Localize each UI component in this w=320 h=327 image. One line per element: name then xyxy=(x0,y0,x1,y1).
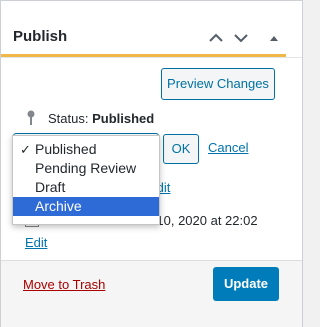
chevron-down-icon[interactable] xyxy=(232,29,250,47)
publish-panel: Publish Preview Changes Status: Publishe… xyxy=(0,0,303,327)
status-option-published[interactable]: ✓ Published xyxy=(13,140,159,159)
status-label: Status: xyxy=(48,111,89,126)
checkmark-icon: ✓ xyxy=(20,142,31,157)
status-line: Status: Published xyxy=(48,111,154,126)
status-value: Published xyxy=(92,111,155,126)
chevron-up-icon[interactable] xyxy=(207,29,225,47)
status-option-pending-review[interactable]: Pending Review xyxy=(13,159,159,178)
panel-title: Publish xyxy=(13,28,68,45)
preview-changes-button[interactable]: Preview Changes xyxy=(161,68,275,100)
status-dropdown-list: ✓ Published Pending Review Draft Archive xyxy=(12,135,160,225)
panel-header: Publish xyxy=(1,1,302,58)
cancel-link[interactable]: Cancel xyxy=(208,140,248,155)
update-button[interactable]: Update xyxy=(213,267,279,301)
collapse-triangle-icon[interactable] xyxy=(265,29,283,47)
status-option-archive[interactable]: Archive xyxy=(13,197,159,216)
schedule-edit-link[interactable]: Edit xyxy=(25,235,47,250)
status-option-draft[interactable]: Draft xyxy=(13,178,159,197)
ok-button[interactable]: OK xyxy=(163,134,199,164)
pin-icon xyxy=(25,110,37,126)
move-to-trash-link[interactable]: Move to Trash xyxy=(23,277,105,292)
panel-accent-bar xyxy=(1,54,286,57)
